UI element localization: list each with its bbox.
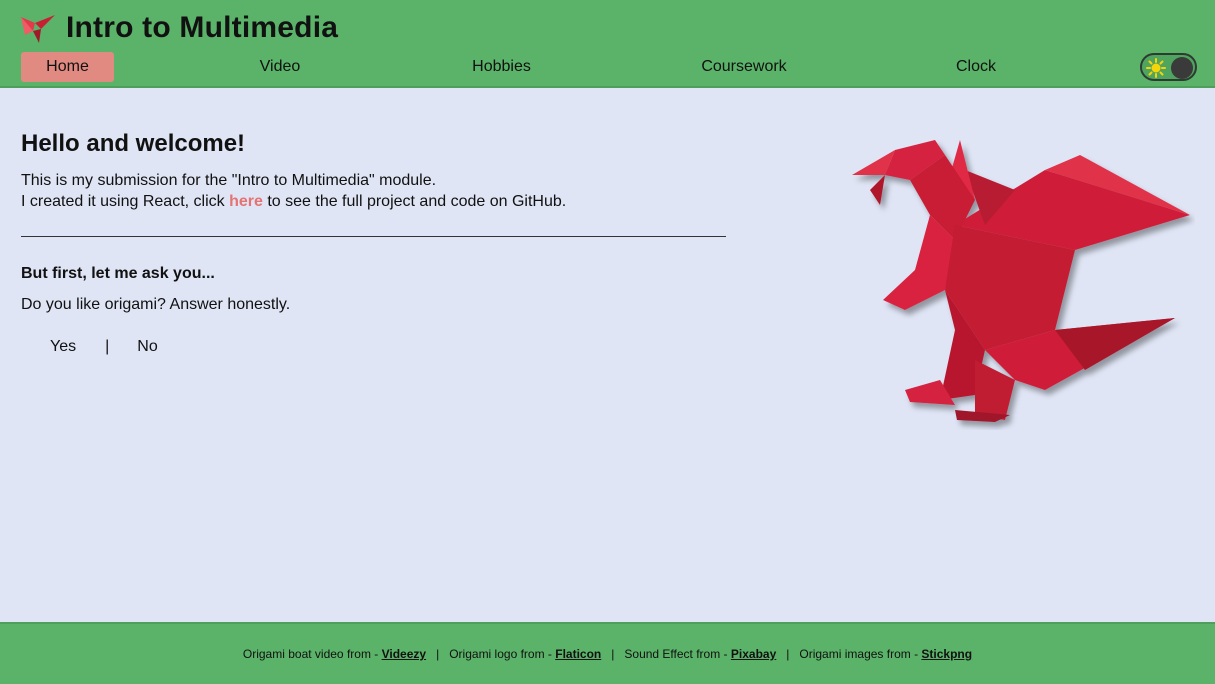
footer-separator: |: [611, 647, 615, 661]
toggle-knob: [1171, 57, 1193, 79]
videezy-link[interactable]: Videezy: [382, 647, 426, 661]
stickpng-link[interactable]: Stickpng: [921, 647, 972, 661]
nav-clock[interactable]: Clock: [941, 52, 1011, 82]
answer-separator: |: [105, 338, 110, 355]
main-nav: Home Video Hobbies Coursework Clock: [21, 52, 1021, 82]
origami-question: Do you like origami? Answer honestly.: [21, 296, 291, 313]
credit-logo-text: Origami logo from -: [449, 647, 556, 661]
answer-options: Yes | No: [50, 338, 158, 356]
main-content: Hello and welcome! This is my submission…: [0, 90, 1215, 622]
brand[interactable]: Intro to Multimedia: [21, 10, 338, 46]
flaticon-link[interactable]: Flaticon: [555, 647, 601, 661]
nav-hobbies[interactable]: Hobbies: [461, 52, 542, 82]
pixabay-link[interactable]: Pixabay: [731, 647, 776, 661]
header: Intro to Multimedia Home Video Hobbies C…: [0, 0, 1215, 88]
theme-toggle[interactable]: [1140, 53, 1197, 81]
question-heading: But first, let me ask you...: [21, 265, 215, 282]
site-title: Intro to Multimedia: [66, 11, 339, 44]
answer-yes[interactable]: Yes: [50, 338, 76, 356]
credit-logo: Origami logo from - Flaticon: [449, 647, 601, 661]
footer-separator: |: [436, 647, 440, 661]
answer-no[interactable]: No: [137, 338, 157, 356]
credit-images-text: Origami images from -: [799, 647, 922, 661]
welcome-heading: Hello and welcome!: [21, 130, 246, 157]
intro-line-2-post: to see the full project and code on GitH…: [262, 193, 567, 210]
origami-dragon-image: [852, 140, 1190, 422]
sun-icon: [1146, 58, 1166, 78]
nav-video[interactable]: Video: [240, 52, 320, 82]
credit-video: Origami boat video from - Videezy: [243, 647, 426, 661]
origami-bird-icon: [21, 15, 55, 43]
github-link[interactable]: here: [229, 193, 263, 210]
divider: [21, 236, 726, 237]
footer-separator: |: [786, 647, 790, 661]
nav-home[interactable]: Home: [21, 52, 114, 82]
intro-line-2-pre: I created it using React, click: [21, 193, 230, 210]
intro-line-1: This is my submission for the "Intro to …: [21, 172, 437, 189]
intro-line-2: I created it using React, click here to …: [21, 191, 566, 212]
credit-sound-text: Sound Effect from -: [624, 647, 731, 661]
footer: Origami boat video from - Videezy | Orig…: [0, 622, 1215, 684]
credit-sound: Sound Effect from - Pixabay: [624, 647, 776, 661]
nav-coursework[interactable]: Coursework: [694, 52, 794, 82]
credit-video-text: Origami boat video from -: [242, 647, 382, 661]
credit-images: Origami images from - Stickpng: [799, 647, 972, 661]
